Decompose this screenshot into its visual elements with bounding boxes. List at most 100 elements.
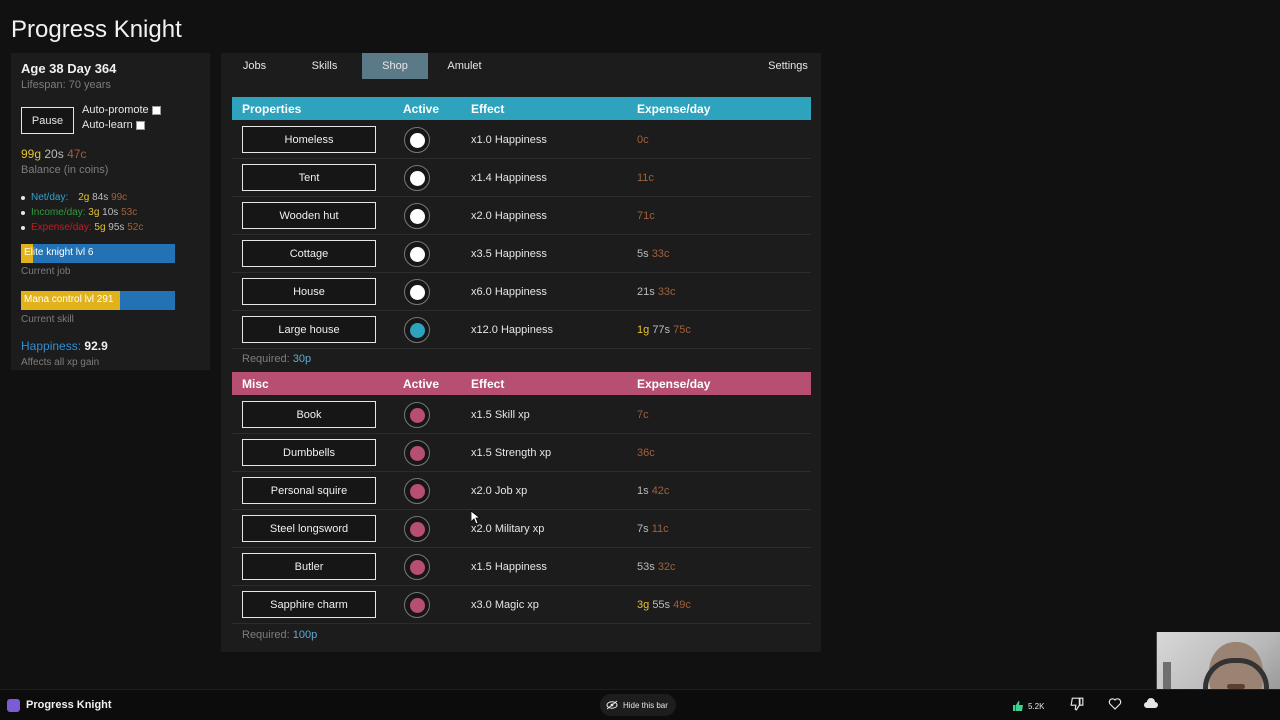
auto-promote-toggle[interactable]: Auto-promote — [82, 104, 161, 116]
misc-active-radio[interactable] — [404, 554, 430, 580]
tab-jobs[interactable]: Jobs — [232, 53, 277, 79]
current-job-caption: Current job — [21, 266, 71, 277]
current-skill-label: Mana control lvl 291 — [24, 294, 114, 305]
misc-row: Dumbbells x1.5 Strength xp 36c — [232, 434, 811, 472]
lifespan-display: Lifespan: 70 years — [21, 79, 111, 91]
misc-required-label: Required: — [242, 629, 290, 641]
hide-bar-button[interactable]: Hide this bar — [600, 694, 676, 716]
misc-expense-header: Expense/day — [637, 377, 711, 391]
properties-active-radio[interactable] — [404, 203, 430, 229]
properties-item-button[interactable]: House — [242, 278, 376, 305]
balance-silver: 20s — [44, 147, 64, 161]
misc-row: Personal squire x2.0 Job xp 1s 42c — [232, 472, 811, 510]
misc-item-button[interactable]: Steel longsword — [242, 515, 376, 542]
misc-item-button[interactable]: Dumbbells — [242, 439, 376, 466]
radio-dot-icon — [409, 407, 425, 423]
properties-item-button[interactable]: Tent — [242, 164, 376, 191]
expense-silver: 95s — [108, 222, 125, 233]
misc-item-button[interactable]: Book — [242, 401, 376, 428]
misc-active-radio[interactable] — [404, 592, 430, 618]
tab-bar: Jobs Skills Shop Amulet Settings — [221, 53, 821, 79]
auto-learn-toggle[interactable]: Auto-learn — [82, 119, 145, 131]
net-copper: 99c — [111, 192, 128, 203]
misc-row: Steel longsword x2.0 Military xp 7s 11c — [232, 510, 811, 548]
misc-active-radio[interactable] — [404, 478, 430, 504]
properties-expense-copper: 0c — [637, 134, 649, 146]
misc-item-button[interactable]: Butler — [242, 553, 376, 580]
balance-label: Balance (in coins) — [21, 164, 109, 176]
income-copper: 53c — [121, 207, 138, 218]
properties-expense: 11c — [637, 172, 654, 184]
thumbs-up-icon — [1013, 701, 1023, 711]
app-title: Progress Knight — [11, 16, 182, 43]
auto-learn-checkbox[interactable] — [135, 120, 145, 130]
properties-item-button[interactable]: Large house — [242, 316, 376, 343]
misc-active-radio[interactable] — [404, 402, 430, 428]
radio-dot-icon — [409, 132, 425, 148]
properties-active-radio[interactable] — [404, 241, 430, 267]
cloud-icon[interactable] — [1144, 697, 1162, 715]
income-per-day: Income/day: 3g 10s 53c — [21, 205, 143, 220]
misc-required-value: 100p — [292, 629, 318, 641]
properties-active-radio[interactable] — [404, 317, 430, 343]
properties-expense-silver: 21s — [637, 286, 655, 298]
happiness-label: Happiness: — [21, 339, 82, 353]
properties-effect: x3.5 Happiness — [471, 248, 547, 260]
thumbs-down-icon[interactable] — [1070, 697, 1088, 715]
misc-effect: x1.5 Happiness — [471, 561, 547, 573]
current-skill-bar[interactable]: Mana control lvl 291 — [21, 291, 175, 310]
misc-expense-copper: 36c — [637, 447, 655, 459]
properties-expense: 1g 77s 75c — [637, 324, 691, 336]
properties-effect: x1.4 Happiness — [471, 172, 547, 184]
properties-expense-silver: 77s — [652, 324, 671, 336]
misc-active-radio[interactable] — [404, 516, 430, 542]
properties-active-radio[interactable] — [404, 279, 430, 305]
properties-active-radio[interactable] — [404, 127, 430, 153]
current-job-bar[interactable]: Elite knight lvl 6 — [21, 244, 175, 263]
misc-item-button[interactable]: Personal squire — [242, 477, 376, 504]
misc-active-radio[interactable] — [404, 440, 430, 466]
tab-skills[interactable]: Skills — [302, 53, 347, 79]
app-logo-icon — [7, 699, 20, 712]
properties-item-button[interactable]: Homeless — [242, 126, 376, 153]
bullet-icon — [21, 210, 25, 215]
properties-item-button[interactable]: Wooden hut — [242, 202, 376, 229]
tab-settings[interactable]: Settings — [761, 53, 815, 79]
current-skill-caption: Current skill — [21, 314, 74, 325]
balance-copper: 47c — [67, 147, 87, 161]
auto-promote-label: Auto-promote — [82, 104, 149, 116]
properties-active-radio[interactable] — [404, 165, 430, 191]
auto-promote-checkbox[interactable] — [151, 105, 161, 115]
tab-amulet[interactable]: Amulet — [442, 53, 487, 79]
properties-active-header: Active — [403, 102, 440, 116]
misc-header: Misc Active Effect Expense/day — [232, 372, 811, 395]
properties-effect: x1.0 Happiness — [471, 134, 547, 146]
net-silver: 84s — [92, 192, 109, 203]
heart-icon[interactable] — [1108, 697, 1126, 715]
misc-expense-copper: 32c — [657, 561, 676, 573]
misc-expense-silver: 53s — [637, 561, 655, 573]
pause-button[interactable]: Pause — [21, 107, 74, 134]
radio-dot-icon — [409, 170, 425, 186]
properties-effect: x2.0 Happiness — [471, 210, 547, 222]
properties-title: Properties — [242, 102, 302, 116]
properties-row: Wooden hut x2.0 Happiness 71c — [232, 197, 811, 235]
properties-item-button[interactable]: Cottage — [242, 240, 376, 267]
like-button[interactable]: 5.2K — [1012, 696, 1044, 716]
misc-required: Required: 100p — [242, 629, 317, 641]
happiness-caption: Affects all xp gain — [21, 357, 100, 368]
expense-per-day: Expense/day: 5g 95s 52c — [21, 220, 143, 235]
misc-effect-header: Effect — [471, 377, 505, 391]
misc-row: Butler x1.5 Happiness 53s 32c — [232, 548, 811, 586]
happiness-value: 92.9 — [84, 339, 108, 353]
properties-effect: x12.0 Happiness — [471, 324, 553, 336]
properties-expense-copper: 11c — [637, 172, 654, 184]
misc-item-button[interactable]: Sapphire charm — [242, 591, 376, 618]
expense-label: Expense/day: — [31, 222, 92, 233]
properties-expense: 71c — [637, 210, 655, 222]
properties-effect-header: Effect — [471, 102, 505, 116]
properties-header: Properties Active Effect Expense/day — [232, 97, 811, 120]
bullet-icon — [21, 195, 25, 200]
properties-row: Cottage x3.5 Happiness 5s 33c — [232, 235, 811, 273]
tab-shop[interactable]: Shop — [362, 53, 428, 79]
